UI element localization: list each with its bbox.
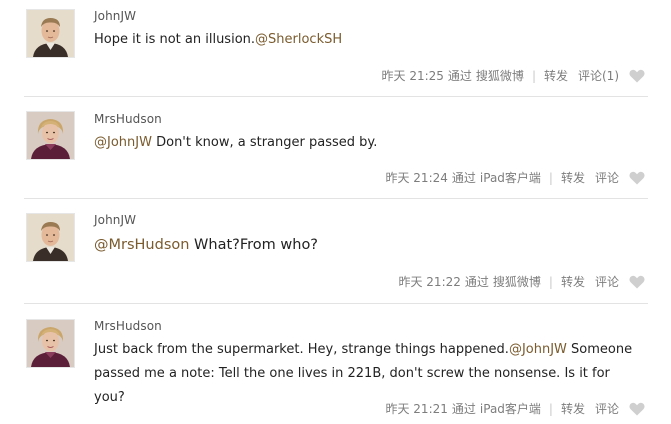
post-via: 通过 xyxy=(464,275,489,289)
meta-divider: | xyxy=(548,170,553,185)
post-source[interactable]: iPad客户端 xyxy=(480,169,541,186)
meta-divider: | xyxy=(531,68,536,83)
post-via: 通过 xyxy=(451,171,476,185)
post-text-body: Someone xyxy=(566,342,633,357)
heart-icon[interactable] xyxy=(629,402,645,416)
post-time[interactable]: 昨天 21:24 xyxy=(385,169,447,186)
post-meta: 昨天 21:24 通过 iPad客户端 | 转发 评论 xyxy=(385,169,645,186)
mention-link[interactable]: @MrsHudson xyxy=(94,237,189,253)
avatar[interactable] xyxy=(26,9,75,58)
post-username[interactable]: JohnJW xyxy=(94,9,136,23)
repost-button[interactable]: 转发 xyxy=(561,273,585,290)
john-avatar-image xyxy=(27,214,74,261)
post-via: 通过 xyxy=(451,402,476,416)
avatar[interactable] xyxy=(26,213,75,262)
mention-link[interactable]: @SherlockSH xyxy=(255,32,342,47)
post-meta: 昨天 21:21 通过 iPad客户端 | 转发 评论 xyxy=(385,400,645,417)
heart-icon[interactable] xyxy=(629,171,645,185)
post-via: 通过 xyxy=(447,69,472,83)
post-text: @MrsHudson What?From who? xyxy=(94,233,634,257)
post-username[interactable]: MrsHudson xyxy=(94,319,162,333)
post-source[interactable]: 搜狐微博 xyxy=(493,273,541,290)
avatar[interactable] xyxy=(26,111,75,160)
avatar[interactable] xyxy=(26,319,75,368)
post-divider xyxy=(24,96,648,97)
post-meta: 昨天 21:25 通过 搜狐微博 | 转发 评论(1) xyxy=(382,67,646,84)
post-text: @JohnJW Don't know, a stranger passed by… xyxy=(94,131,634,155)
meta-divider: | xyxy=(548,274,553,289)
post-username[interactable]: MrsHudson xyxy=(94,112,162,126)
repost-button[interactable]: 转发 xyxy=(561,400,585,417)
meta-divider: | xyxy=(548,401,553,416)
post-divider xyxy=(24,303,648,304)
hudson-avatar-image xyxy=(27,320,74,367)
post-username[interactable]: JohnJW xyxy=(94,213,136,227)
post-source[interactable]: 搜狐微博 xyxy=(476,67,524,84)
repost-button[interactable]: 转发 xyxy=(544,67,568,84)
post-time[interactable]: 昨天 21:22 xyxy=(398,273,460,290)
comment-button[interactable]: 评论 xyxy=(595,169,619,186)
heart-icon[interactable] xyxy=(629,69,645,83)
post-text-body: What?From who? xyxy=(189,237,319,253)
mention-link[interactable]: @JohnJW xyxy=(94,135,152,150)
post-divider xyxy=(24,198,648,199)
comment-button[interactable]: 评论 xyxy=(595,400,619,417)
repost-button[interactable]: 转发 xyxy=(561,169,585,186)
john-avatar-image xyxy=(27,10,74,57)
hudson-avatar-image xyxy=(27,112,74,159)
post-text-body: Don't know, a stranger passed by. xyxy=(151,135,378,150)
comment-button[interactable]: 评论(1) xyxy=(578,67,619,84)
comment-button[interactable]: 评论 xyxy=(595,273,619,290)
post-source[interactable]: iPad客户端 xyxy=(480,400,541,417)
post-meta: 昨天 21:22 通过 搜狐微博 | 转发 评论 xyxy=(398,273,645,290)
weibo-feed: JohnJW Hope it is not an illusion.@Sherl… xyxy=(0,0,671,424)
post-text-body: Hope it is not an illusion. xyxy=(94,32,256,47)
post-text-body: Just back from the supermarket. Hey, str… xyxy=(94,342,509,357)
post-time[interactable]: 昨天 21:25 xyxy=(382,67,444,84)
mention-link[interactable]: @JohnJW xyxy=(509,342,567,357)
post-text: Hope it is not an illusion.@SherlockSH xyxy=(94,28,634,52)
heart-icon[interactable] xyxy=(629,275,645,289)
post-time[interactable]: 昨天 21:21 xyxy=(385,400,447,417)
